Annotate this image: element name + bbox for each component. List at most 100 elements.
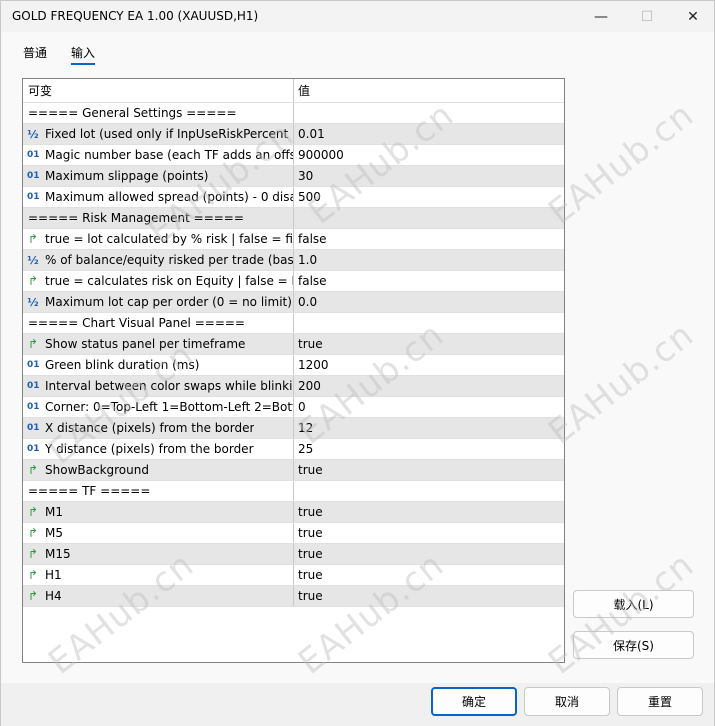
input-row[interactable]: 01 Interval between color swaps while bli… (23, 376, 564, 397)
input-row[interactable]: 01 Green blink duration (ms) 1200 (23, 355, 564, 376)
input-row[interactable]: ½ Fixed lot (used only if InpUseRiskPerce… (23, 124, 564, 145)
input-name-cell: ===== General Settings ===== (23, 103, 293, 123)
input-value-cell[interactable]: true (293, 460, 564, 480)
input-name: true = lot calculated by % risk | false … (45, 232, 293, 246)
input-name: H4 (45, 589, 62, 603)
input-row[interactable]: ↱ Show status panel per timeframe true (23, 334, 564, 355)
input-row[interactable]: ↱ H1 true (23, 565, 564, 586)
input-name-cell: ↱ M5 (23, 523, 293, 543)
input-name: ===== TF ===== (28, 484, 151, 498)
bool-icon: ↱ (27, 505, 39, 519)
input-name-cell: ½ Fixed lot (used only if InpUseRiskPerce… (23, 124, 293, 144)
input-value-cell (293, 208, 564, 228)
input-row[interactable]: ½ Maximum lot cap per order (0 = no limit… (23, 292, 564, 313)
input-value-cell[interactable]: 500 (293, 187, 564, 207)
tab-common[interactable]: 普通 (23, 44, 47, 61)
save-button[interactable]: 保存(S) (573, 631, 694, 659)
number-icon: 01 (27, 150, 40, 160)
input-name-cell: ↱ M15 (23, 544, 293, 564)
input-name-cell: ↱ true = lot calculated by % risk | false… (23, 229, 293, 249)
input-name: Maximum allowed spread (points) - 0 disa… (45, 190, 293, 204)
input-value-cell[interactable]: true (293, 544, 564, 564)
input-name: M5 (45, 526, 63, 540)
input-name-cell: ↱ H1 (23, 565, 293, 585)
bool-icon: ↱ (27, 463, 39, 477)
window-title: GOLD FREQUENCY EA 1.00 (XAUUSD,H1) (12, 9, 259, 23)
tab-inputs[interactable]: 输入 (71, 44, 95, 61)
input-value-cell[interactable]: 0.01 (293, 124, 564, 144)
input-row[interactable]: ½ % of balance/equity risked per trade (b… (23, 250, 564, 271)
input-value-cell[interactable]: true (293, 586, 564, 606)
input-row[interactable]: 01 Maximum slippage (points) 30 (23, 166, 564, 187)
minimize-icon[interactable]: — (578, 1, 624, 32)
input-value-cell[interactable]: 25 (293, 439, 564, 459)
input-value-cell[interactable]: true (293, 334, 564, 354)
input-value-cell (293, 103, 564, 123)
input-name: ===== Chart Visual Panel ===== (28, 316, 245, 330)
input-row[interactable]: ===== General Settings ===== (23, 103, 564, 124)
input-row[interactable]: ↱ M15 true (23, 544, 564, 565)
input-row[interactable]: 01 Magic number base (each TF adds an off… (23, 145, 564, 166)
input-value-cell[interactable]: false (293, 271, 564, 291)
input-value-cell[interactable]: 900000 (293, 145, 564, 165)
input-name: Interval between color swaps while blink… (45, 379, 293, 393)
input-value-cell[interactable]: 0 (293, 397, 564, 417)
input-row[interactable]: ↱ H4 true (23, 586, 564, 607)
input-name-cell: 01 Interval between color swaps while bli… (23, 376, 293, 396)
input-row[interactable]: ↱ M5 true (23, 523, 564, 544)
bool-icon: ↱ (27, 589, 39, 603)
bool-icon: ↱ (27, 337, 39, 351)
input-name-cell: ===== TF ===== (23, 481, 293, 501)
input-row[interactable]: ↱ M1 true (23, 502, 564, 523)
input-value-cell[interactable]: true (293, 502, 564, 522)
input-value-cell[interactable]: 1200 (293, 355, 564, 375)
input-name: M1 (45, 505, 63, 519)
input-name-cell: 01 X distance (pixels) from the border (23, 418, 293, 438)
maximize-icon: ☐ (640, 8, 654, 25)
input-row[interactable]: ↱ ShowBackground true (23, 460, 564, 481)
bool-icon: ↱ (27, 274, 39, 288)
input-name: M15 (45, 547, 71, 561)
input-row[interactable]: ===== TF ===== (23, 481, 564, 502)
input-value-cell[interactable]: false (293, 229, 564, 249)
input-name-cell: 01 Maximum slippage (points) (23, 166, 293, 186)
input-value-cell[interactable]: 200 (293, 376, 564, 396)
input-row[interactable]: ↱ true = calculates risk on Equity | fals… (23, 271, 564, 292)
input-name-cell: 01 Magic number base (each TF adds an off… (23, 145, 293, 165)
input-value-cell[interactable]: 1.0 (293, 250, 564, 270)
input-value-cell (293, 481, 564, 501)
input-name-cell: ½ % of balance/equity risked per trade (b… (23, 250, 293, 270)
input-row[interactable]: 01 Maximum allowed spread (points) - 0 di… (23, 187, 564, 208)
input-name-cell: 01 Y distance (pixels) from the border (23, 439, 293, 459)
input-value-cell[interactable]: 0.0 (293, 292, 564, 312)
number-icon: 01 (27, 381, 40, 391)
ok-button[interactable]: 确定 (431, 687, 517, 716)
input-row[interactable]: ===== Risk Management ===== (23, 208, 564, 229)
input-row[interactable]: 01 Y distance (pixels) from the border 25 (23, 439, 564, 460)
input-name: ===== Risk Management ===== (28, 211, 244, 225)
input-value-cell[interactable]: true (293, 565, 564, 585)
column-header-value: 值 (293, 79, 564, 102)
input-value-cell[interactable]: 30 (293, 166, 564, 186)
number-icon: 01 (27, 423, 40, 433)
input-name-cell: ↱ true = calculates risk on Equity | fals… (23, 271, 293, 291)
close-icon[interactable]: ✕ (670, 1, 715, 32)
number-icon: 01 (27, 192, 40, 202)
input-name: Maximum slippage (points) (45, 169, 209, 183)
input-row[interactable]: ===== Chart Visual Panel ===== (23, 313, 564, 334)
input-name-cell: ↱ H4 (23, 586, 293, 606)
input-value-cell[interactable]: 12 (293, 418, 564, 438)
title-bar: GOLD FREQUENCY EA 1.00 (XAUUSD,H1) — ☐ ✕ (1, 1, 714, 32)
reset-button[interactable]: 重置 (617, 687, 703, 716)
input-name-cell: 01 Maximum allowed spread (points) - 0 di… (23, 187, 293, 207)
input-row[interactable]: 01 X distance (pixels) from the border 12 (23, 418, 564, 439)
load-button[interactable]: 载入(L) (573, 590, 694, 618)
active-tab-indicator (71, 63, 95, 65)
half-icon: ½ (27, 253, 39, 267)
input-name: ShowBackground (45, 463, 149, 477)
cancel-button[interactable]: 取消 (524, 687, 610, 716)
input-row[interactable]: 01 Corner: 0=Top-Left 1=Bottom-Left 2=Bot… (23, 397, 564, 418)
input-row[interactable]: ↱ true = lot calculated by % risk | false… (23, 229, 564, 250)
input-value-cell[interactable]: true (293, 523, 564, 543)
number-icon: 01 (27, 171, 40, 181)
